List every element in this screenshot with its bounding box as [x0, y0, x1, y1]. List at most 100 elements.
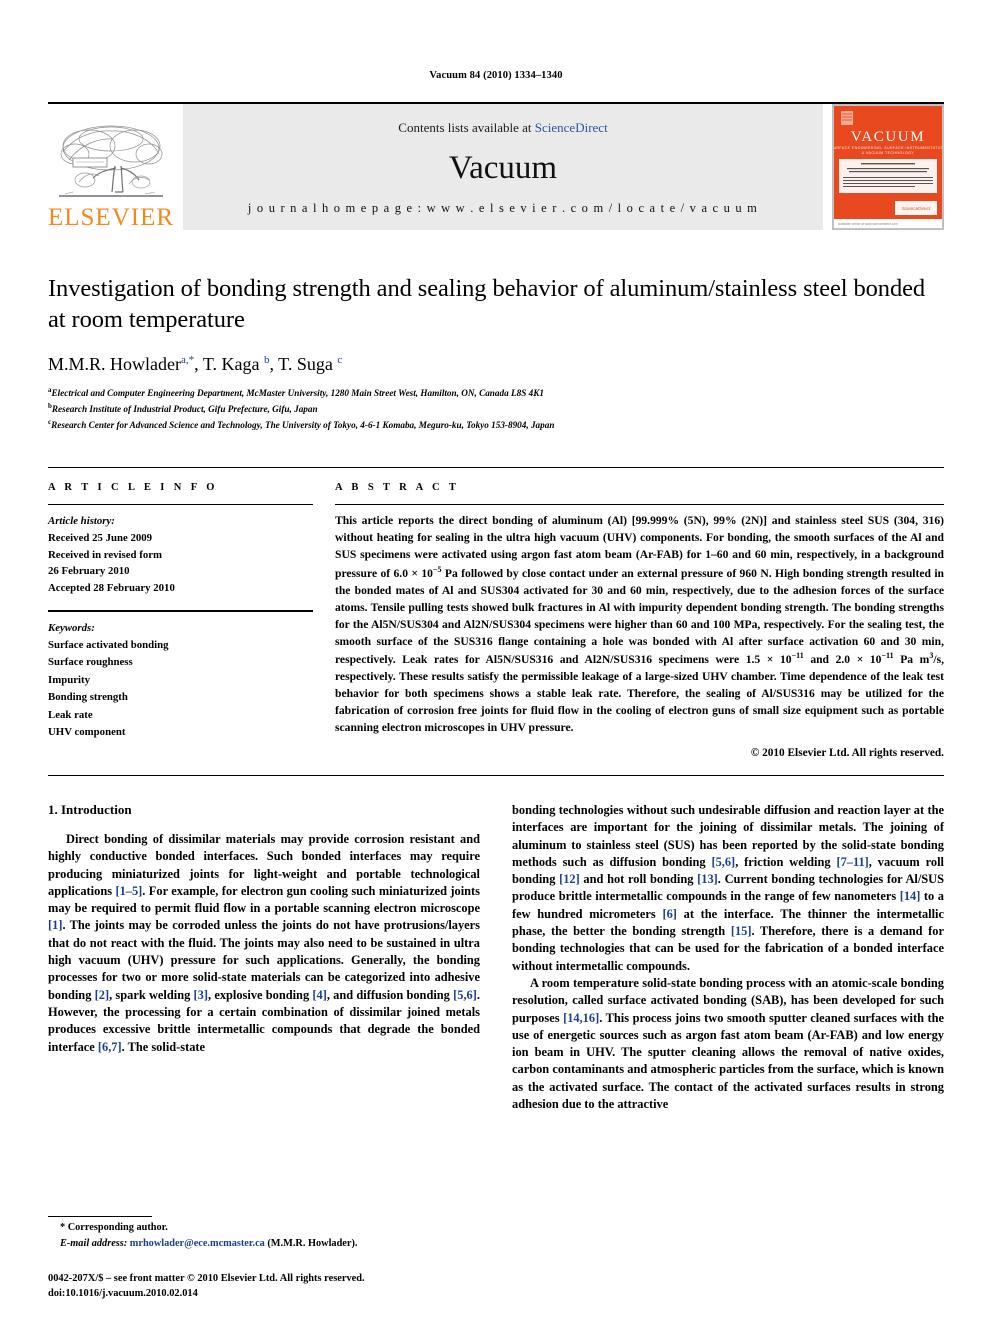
sciencedirect-link[interactable]: ScienceDirect [535, 120, 608, 135]
corresponding-author-line: * Corresponding author. [60, 1222, 168, 1234]
elsevier-logo: ELSEVIER [48, 104, 174, 230]
citation-link[interactable]: [6,7] [98, 1040, 122, 1054]
citation-link[interactable]: [1] [48, 918, 62, 932]
citation-link[interactable]: [5,6] [453, 988, 477, 1002]
contents-prefix: Contents lists available at [398, 120, 535, 135]
info-abstract-block: A R T I C L E I N F O Article history: R… [48, 467, 944, 759]
journal-band: Contents lists available at ScienceDirec… [183, 104, 823, 230]
email-owner: (M.M.R. Howlader). [267, 1237, 358, 1249]
running-head: Vacuum 84 (2010) 1334–1340 [429, 70, 563, 81]
title-block: Investigation of bonding strength and se… [48, 274, 944, 433]
author-name: M.M.R. Howlader [48, 353, 181, 374]
svg-text:Available online at www.scienc: Available online at www.sciencedirect.co… [838, 222, 898, 226]
author-separator: , [194, 353, 203, 374]
page-footer: 0042-207X/$ – see front matter © 2010 El… [48, 1271, 528, 1301]
email-line: E-mail address: mrhowlader@ece.mcmaster.… [48, 1236, 468, 1251]
abstract-exponent: −11 [791, 651, 804, 661]
affiliation-text: Electrical and Computer Engineering Depa… [51, 388, 544, 399]
divider [48, 504, 313, 506]
author-entry: T. Kaga b [203, 354, 270, 374]
citation-link[interactable]: [7–11] [836, 855, 868, 869]
text-run: and hot roll bonding [579, 872, 698, 887]
article-history-item: Received 25 June 2009 [48, 531, 153, 544]
journal-masthead: ELSEVIER Contents lists available at Sci… [48, 102, 944, 230]
svg-text:VACUUM: VACUUM [851, 129, 925, 145]
elsevier-wordmark: ELSEVIER [47, 204, 175, 231]
citation-link[interactable]: [14,16] [563, 1011, 599, 1025]
svg-text:& VACUUM TECHNOLOGY: & VACUUM TECHNOLOGY [862, 151, 915, 155]
author-affiliation-marks: a,* [181, 353, 195, 366]
affiliation-item: cResearch Center for Advanced Science an… [48, 417, 944, 433]
abstract-heading: A B S T R A C T [335, 482, 460, 494]
body-column-left: 1. Introduction Direct bonding of dissim… [48, 802, 480, 1113]
abstract-text: This article reports the direct bonding … [335, 513, 944, 737]
svg-text:SURFACE ENGINEERING, SURFACE I: SURFACE ENGINEERING, SURFACE INSTRUMENTA… [833, 146, 943, 150]
keyword-item: Bonding strength [48, 691, 128, 704]
svg-text:ScienceDirect: ScienceDirect [902, 206, 931, 211]
affiliation-text: Research Institute of Industrial Product… [51, 404, 318, 415]
abstract-exponent: −11 [881, 651, 894, 661]
citation-link[interactable]: [14] [900, 889, 921, 903]
keyword-item: Leak rate [48, 708, 93, 721]
paper-page: Vacuum 84 (2010) 1334–1340 ELSEVIER Cont… [0, 0, 992, 1323]
citation-link[interactable]: [15] [731, 924, 752, 938]
keyword-item: Surface activated bonding [48, 638, 169, 651]
text-run: , spark welding [109, 987, 194, 1002]
author-entry: M.M.R. Howladera,* [48, 354, 194, 374]
text-run: , friction welding [735, 854, 837, 869]
keyword-item: UHV component [48, 726, 126, 739]
affiliation-item: aElectrical and Computer Engineering Dep… [48, 385, 944, 401]
author-affiliation-marks: c [337, 353, 343, 366]
citation-link[interactable]: [6] [662, 907, 676, 921]
page-title: Investigation of bonding strength and se… [48, 275, 926, 333]
affiliation-list: aElectrical and Computer Engineering Dep… [48, 385, 944, 433]
cover-artwork-icon: VACUUM SURFACE ENGINEERING, SURFACE INST… [833, 105, 943, 229]
abstract-exponent: −5 [432, 565, 442, 575]
divider [48, 609, 313, 612]
article-history-item: Accepted 28 February 2010 [48, 582, 175, 595]
divider [48, 774, 944, 776]
divider [48, 1216, 152, 1218]
paragraph: bonding technologies without such undesi… [512, 802, 944, 975]
email-link[interactable]: mrhowlader@ece.mcmaster.ca [130, 1238, 265, 1249]
citation-link[interactable]: [1–5] [115, 884, 142, 898]
citation-link[interactable]: [5,6] [711, 855, 735, 869]
abstract-segment: Pa m [893, 653, 930, 667]
author-entry: T. Suga c [278, 354, 342, 374]
journal-title: Vacuum [448, 150, 558, 186]
abstract-segment: Pa followed by close contact under an ex… [335, 566, 944, 667]
abstract-column: A B S T R A C T This article reports the… [313, 468, 944, 759]
divider [335, 504, 944, 506]
text-run: , explosive bonding [207, 987, 313, 1002]
contents-available-line: Contents lists available at ScienceDirec… [398, 120, 607, 136]
section-heading-introduction: 1. Introduction [48, 801, 132, 817]
abstract-segment: and 2.0 × 10 [803, 653, 882, 667]
abstract-copyright: © 2010 Elsevier Ltd. All rights reserved… [750, 746, 944, 759]
citation-link[interactable]: [3] [194, 988, 208, 1002]
author-list: M.M.R. Howladera,*, T. Kaga b, T. Suga c [48, 353, 944, 376]
keywords-label: Keywords: [48, 621, 95, 634]
keyword-item: Impurity [48, 673, 90, 686]
article-history-item: Received in revised form [48, 548, 163, 561]
paragraph: Direct bonding of dissimilar materials m… [48, 831, 480, 1056]
text-run: . This process joins two smooth sputter … [512, 1010, 945, 1111]
corresponding-author-footnote: * Corresponding author. E-mail address: … [48, 1216, 468, 1251]
author-name: T. Kaga [202, 353, 260, 374]
text-run: . The solid-state [121, 1039, 206, 1054]
journal-homepage-line[interactable]: j o u r n a l h o m e p a g e : w w w . … [248, 201, 758, 216]
article-info-column: A R T I C L E I N F O Article history: R… [48, 468, 313, 759]
email-label: E-mail address: [60, 1237, 128, 1249]
author-name: T. Suga [278, 353, 333, 374]
citation-link[interactable]: [2] [95, 988, 109, 1002]
affiliation-text: Research Center for Advanced Science and… [51, 420, 555, 431]
elsevier-tree-icon [55, 122, 167, 204]
affiliation-item: bResearch Institute of Industrial Produc… [48, 401, 944, 417]
author-separator: , [269, 353, 279, 374]
article-history-label: Article history: [48, 515, 115, 528]
issn-copyright-line: 0042-207X/$ – see front matter © 2010 El… [48, 1272, 365, 1284]
citation-link[interactable]: [4] [312, 988, 326, 1002]
citation-link[interactable]: [13] [697, 872, 718, 886]
citation-link[interactable]: [12] [559, 872, 580, 886]
body-column-right: bonding technologies without such undesi… [512, 802, 944, 1113]
article-history-item: 26 February 2010 [48, 565, 130, 578]
